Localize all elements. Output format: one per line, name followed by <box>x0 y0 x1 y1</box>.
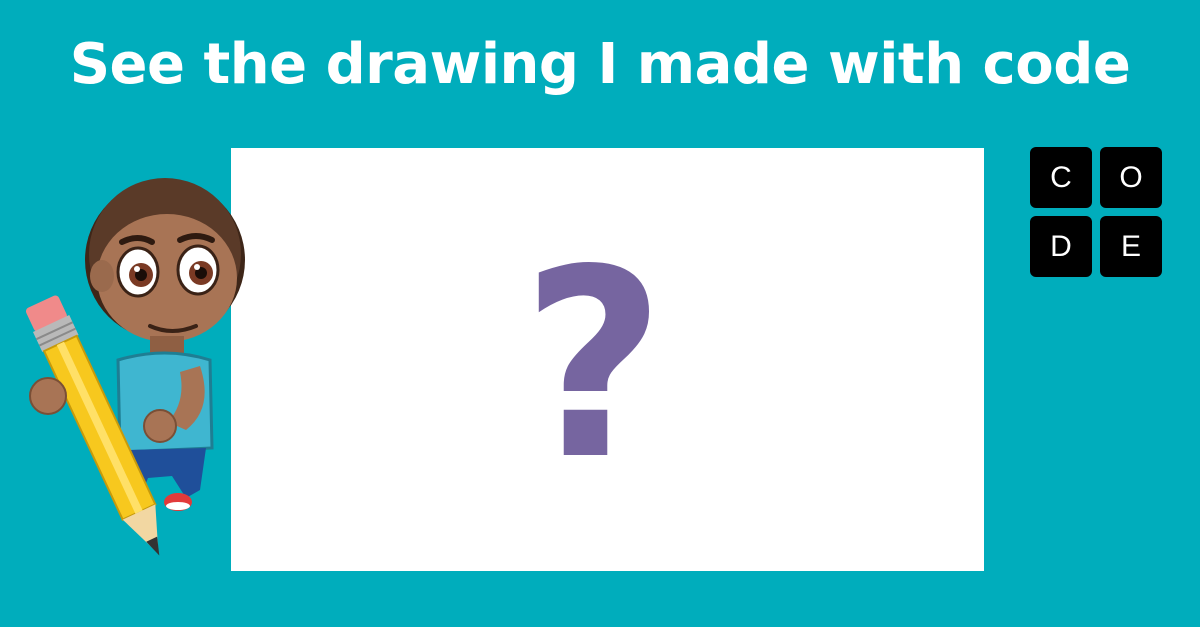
code-org-logo: C O D E <box>1030 147 1162 277</box>
right-hand <box>143 409 177 443</box>
logo-tile-c: C <box>1030 147 1092 208</box>
boy-with-pencil-icon <box>25 178 245 556</box>
logo-tile-d: D <box>1030 216 1092 277</box>
right-eye-shine <box>194 264 200 270</box>
shoe-sole <box>166 502 190 510</box>
left-eye-shine <box>134 266 140 272</box>
ear <box>90 260 114 292</box>
left-hand <box>29 377 67 415</box>
logo-tile-e: E <box>1100 216 1162 277</box>
question-mark: ? <box>521 214 666 517</box>
share-card: See the drawing I made with code ? C O D… <box>0 0 1200 627</box>
logo-tile-o: O <box>1100 147 1162 208</box>
headline: See the drawing I made with code <box>69 32 1131 97</box>
question-mark-placeholder: ? <box>231 148 984 571</box>
drawing-canvas: ? <box>231 148 984 571</box>
